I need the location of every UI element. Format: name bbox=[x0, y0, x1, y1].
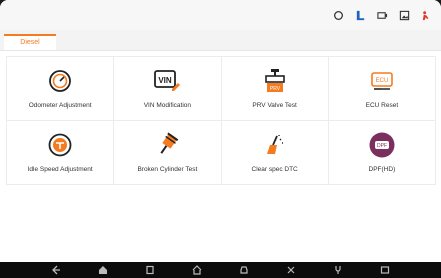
svg-text:DPF: DPF bbox=[377, 143, 387, 149]
function-vin-modification[interactable]: VIN VIN Modification bbox=[114, 57, 222, 121]
home-icon[interactable] bbox=[97, 264, 109, 276]
clear-dtc-icon bbox=[260, 131, 290, 159]
tab-bar: Diesel bbox=[0, 30, 441, 51]
svg-text:VIN: VIN bbox=[159, 76, 173, 85]
function-label: Clear spec DTC bbox=[251, 166, 298, 173]
system-nav-bar bbox=[0, 262, 441, 278]
svg-text:ECU: ECU bbox=[376, 78, 389, 84]
refresh-icon[interactable] bbox=[332, 9, 345, 22]
screenshot-nav-icon[interactable] bbox=[379, 264, 391, 276]
top-toolbar bbox=[332, 9, 433, 22]
cylinder-icon bbox=[152, 131, 182, 159]
function-label: DPF(HD) bbox=[368, 166, 396, 173]
function-ecu-reset[interactable]: ECU ECU Reset bbox=[328, 57, 436, 121]
function-label: ECU Reset bbox=[365, 102, 399, 109]
prv-valve-icon: PRV bbox=[260, 67, 290, 95]
function-dpf-hd[interactable]: DPF DPF(HD) bbox=[328, 121, 436, 185]
back-icon[interactable] bbox=[50, 264, 62, 276]
function-label: PRV Valve Test bbox=[252, 102, 297, 109]
function-label: VIN Modification bbox=[143, 102, 192, 109]
function-label: Broken Cylinder Test bbox=[137, 166, 198, 173]
function-grid: Odometer Adjustment VIN VIN Modification… bbox=[6, 56, 436, 185]
vci-connect-icon[interactable] bbox=[332, 264, 344, 276]
function-broken-cylinder-test[interactable]: Broken Cylinder Test bbox=[114, 121, 222, 185]
odometer-icon bbox=[45, 67, 75, 95]
function-clear-spec-dtc[interactable]: Clear spec DTC bbox=[221, 121, 329, 185]
ecu-icon: ECU bbox=[367, 67, 397, 95]
tab-diesel[interactable]: Diesel bbox=[4, 34, 56, 50]
screen-record-icon[interactable] bbox=[376, 9, 389, 22]
dpf-icon: DPF bbox=[367, 131, 397, 159]
tools-icon[interactable] bbox=[285, 264, 297, 276]
function-label: Odometer Adjustment bbox=[28, 102, 92, 109]
function-idle-speed-adjustment[interactable]: Idle Speed Adjustment bbox=[7, 121, 115, 185]
function-prv-valve-test[interactable]: PRV PRV Valve Test bbox=[221, 57, 329, 121]
vci-icon[interactable] bbox=[354, 9, 367, 22]
vehicle-icon[interactable] bbox=[238, 264, 250, 276]
function-odometer-adjustment[interactable]: Odometer Adjustment bbox=[7, 57, 115, 121]
exit-icon[interactable] bbox=[420, 9, 433, 22]
app-screen: Diesel Odometer Adjustment VIN VIN Modif… bbox=[0, 0, 441, 278]
screenshot-icon[interactable] bbox=[398, 9, 411, 22]
function-label: Idle Speed Adjustment bbox=[27, 166, 93, 173]
svg-text:PRV: PRV bbox=[270, 86, 281, 92]
idle-speed-icon bbox=[45, 131, 75, 159]
status-bar bbox=[0, 0, 441, 30]
recent-apps-icon[interactable] bbox=[144, 264, 156, 276]
vin-icon: VIN bbox=[152, 67, 182, 95]
diagnostics-home-icon[interactable] bbox=[191, 264, 203, 276]
